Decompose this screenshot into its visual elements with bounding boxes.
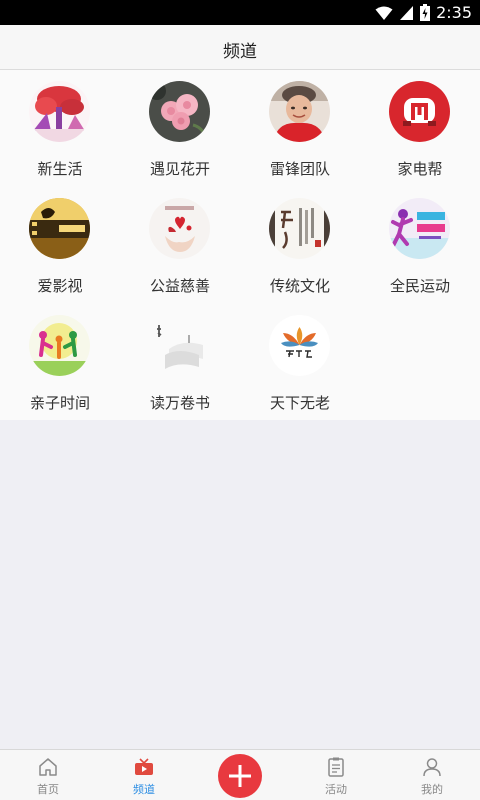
charity-hands-icon [149, 198, 210, 259]
clipboard-icon [328, 757, 344, 777]
tab-home[interactable]: 首页 [0, 750, 96, 800]
film-icon [29, 198, 90, 259]
channel-item[interactable]: 遇见花开 [120, 70, 240, 187]
channel-item[interactable]: 新生活 [0, 70, 120, 187]
appliance-logo-icon [389, 81, 450, 142]
tab-label: 活动 [325, 783, 347, 796]
tab-channel[interactable]: 频道 [96, 750, 192, 800]
elder-portrait-icon [269, 81, 330, 142]
lotus-logo-icon [269, 315, 330, 376]
tab-label: 首页 [37, 783, 59, 796]
channel-label: 雷锋团队 [269, 160, 330, 178]
tab-mine[interactable]: 我的 [384, 750, 480, 800]
status-bar: 2:35 [0, 0, 480, 25]
channel-label: 遇见花开 [149, 160, 210, 178]
channel-label: 传统文化 [269, 277, 330, 295]
channel-item[interactable]: 传统文化 [240, 187, 360, 304]
channel-label: 读万卷书 [149, 394, 210, 412]
signal-icon [400, 5, 414, 20]
channel-item[interactable]: 亲子时间 [0, 304, 120, 421]
battery-icon [420, 4, 431, 21]
add-button[interactable] [218, 754, 262, 798]
page-title: 频道 [223, 42, 257, 62]
family-icon [29, 315, 90, 376]
channel-item[interactable]: 雷锋团队 [240, 70, 360, 187]
book-icon [149, 315, 210, 376]
runner-icon [389, 198, 450, 259]
channel-label: 亲子时间 [29, 394, 90, 412]
tab-label: 频道 [133, 783, 155, 796]
channel-item[interactable]: 公益慈善 [120, 187, 240, 304]
status-time: 2:35 [436, 3, 472, 22]
plus-icon [229, 765, 251, 787]
channel-item[interactable]: 读万卷书 [120, 304, 240, 421]
red-tree-icon [29, 81, 90, 142]
channel-label: 全民运动 [389, 277, 450, 295]
tab-label: 我的 [421, 783, 443, 796]
calligraphy-icon [269, 198, 330, 259]
status-icons: 2:35 [375, 3, 472, 22]
roses-icon [149, 81, 210, 142]
tab-activity[interactable]: 活动 [288, 750, 384, 800]
channel-label: 新生活 [37, 160, 83, 178]
channel-label: 爱影视 [37, 277, 83, 295]
home-icon [39, 758, 57, 776]
channel-item[interactable]: 家电帮 [360, 70, 480, 187]
wifi-icon [375, 6, 393, 20]
channel-grid: 新生活 遇见花开 雷锋团队 家电帮 爱影视 公益慈善 传统文化 全民运动 亲子时… [0, 70, 480, 420]
title-bar: 频道 [0, 25, 480, 70]
channel-label: 家电帮 [397, 160, 443, 178]
channel-item[interactable]: 爱影视 [0, 187, 120, 304]
channel-item[interactable]: 天下无老 [240, 304, 360, 421]
tv-icon [135, 758, 153, 775]
channel-label: 公益慈善 [149, 277, 210, 295]
channel-item[interactable]: 全民运动 [360, 187, 480, 304]
channel-label: 天下无老 [269, 394, 330, 412]
user-icon [423, 758, 441, 777]
